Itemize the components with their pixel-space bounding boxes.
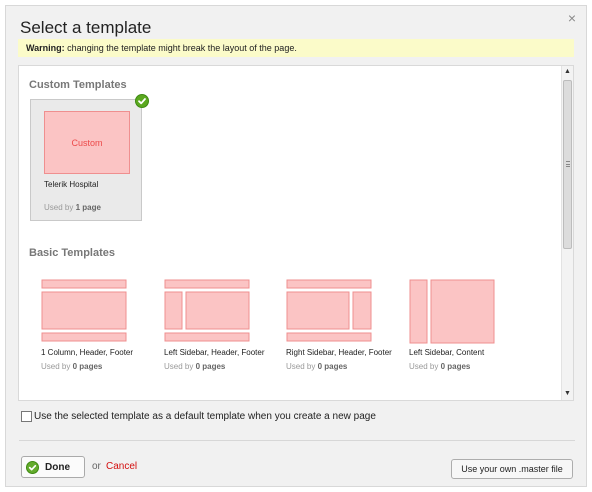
usage-count: 1 page [75,203,101,212]
done-button[interactable]: Done [21,456,85,478]
template-name: Left Sidebar, Content [409,348,485,357]
template-name: Right Sidebar, Header, Footer [286,348,392,357]
template-name: 1 Column, Header, Footer [41,348,134,357]
template-usage: Used by 0 pages [164,362,274,371]
template-usage: Used by 0 pages [409,362,519,371]
usage-count: 0 pages [72,362,103,371]
usage-prefix: Used by [409,362,441,371]
usage-count: 0 pages [195,362,226,371]
template-usage: Used by 0 pages [41,362,151,371]
vertical-scrollbar[interactable]: ▲ ▼ [561,66,573,400]
warning-label: Warning: [26,43,65,53]
default-template-checkbox[interactable] [21,411,32,422]
layout-left-sidebar-content-icon[interactable] [409,278,499,346]
use-master-file-button[interactable]: Use your own .master file [451,459,573,479]
template-right-sidebar-header-footer[interactable]: Right Sidebar, Header, Footer Used by 0 … [286,278,396,371]
cancel-link[interactable]: Cancel [106,461,137,472]
default-template-option[interactable]: Use the selected template as a default t… [21,411,376,422]
warning-bar: Warning: changing the template might bre… [18,39,574,57]
grip-icon [566,161,570,167]
usage-prefix: Used by [164,362,196,371]
template-usage: Used by 1 page [44,203,101,212]
selected-check-icon [135,94,149,108]
or-text: or [92,461,101,472]
usage-prefix: Used by [44,203,76,212]
layout-header-body-footer-icon[interactable] [41,278,131,346]
default-template-label[interactable]: Use the selected template as a default t… [34,411,376,422]
scroll-thumb[interactable] [563,80,572,249]
usage-count: 0 pages [440,362,471,371]
done-label: Done [45,461,70,473]
usage-count: 0 pages [317,362,348,371]
arrow-down-icon[interactable]: ▼ [562,388,573,400]
check-circle-icon [26,460,39,474]
custom-template-thumbnail[interactable]: Custom [44,111,130,174]
templates-panel: Custom Templates Custom Telerik Hospital… [18,65,574,401]
layout-right-sidebar-header-footer-icon[interactable] [286,278,376,346]
template-left-sidebar-header-footer[interactable]: Left Sidebar, Header, Footer Used by 0 p… [164,278,274,371]
layout-left-sidebar-header-footer-icon[interactable] [164,278,254,346]
arrow-up-icon[interactable]: ▲ [562,66,573,78]
footer-divider [19,440,575,441]
basic-templates-heading: Basic Templates [29,247,116,259]
template-left-sidebar-content[interactable]: Left Sidebar, Content Used by 0 pages [409,278,519,371]
warning-text: changing the template might break the la… [64,43,297,53]
usage-prefix: Used by [286,362,318,371]
select-template-dialog: Select a template × Warning: changing th… [5,5,587,487]
custom-template-card[interactable]: Custom Telerik Hospital Used by 1 page [30,99,142,221]
template-1-column-header-footer[interactable]: 1 Column, Header, Footer Used by 0 pages [41,278,151,371]
dialog-title: Select a template [20,18,152,37]
close-icon[interactable]: × [568,10,576,26]
template-usage: Used by 0 pages [286,362,396,371]
template-name: Left Sidebar, Header, Footer [164,348,265,357]
custom-templates-heading: Custom Templates [29,79,127,91]
usage-prefix: Used by [41,362,73,371]
template-name: Telerik Hospital [44,180,99,189]
